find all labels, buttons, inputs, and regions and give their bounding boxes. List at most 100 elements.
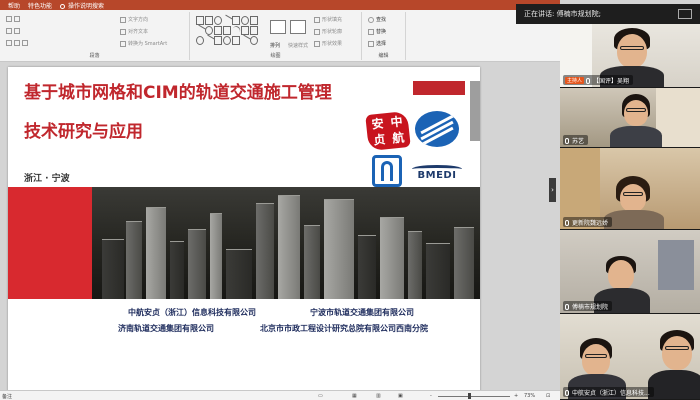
participant-name-3: 更新院魏远娇 — [572, 220, 609, 227]
metro-logo — [372, 155, 402, 187]
zoom-slider-track[interactable] — [438, 396, 510, 397]
company-1[interactable]: 中航安贞（浙江）信息科技有限公司 — [128, 307, 256, 318]
indent-button[interactable] — [6, 28, 22, 34]
quick-styles-label[interactable]: 快速样式 — [288, 42, 308, 49]
align-center-icon — [14, 40, 20, 46]
edit-group-label: 编辑 — [378, 53, 389, 59]
lightbulb-icon — [60, 3, 66, 9]
find-button[interactable]: 查找 — [368, 16, 386, 23]
video-tile-1[interactable]: 主持人 【国评】吴翔 — [560, 24, 700, 88]
mic-icon — [565, 137, 569, 144]
tell-me-label: 操作说明搜索 — [68, 2, 105, 10]
zoom-slider-thumb[interactable] — [468, 393, 471, 399]
rail-company-logo — [415, 111, 459, 147]
zoom-in-button[interactable]: + — [514, 393, 518, 399]
select-label: 选择 — [376, 41, 387, 47]
participant-name-5: 中航安贞（浙江）信息科技... — [572, 390, 650, 397]
shape-fill-button[interactable]: 形状填充 — [314, 16, 342, 23]
bullets-button[interactable] — [6, 16, 22, 22]
align-right-icon — [22, 40, 28, 46]
screen: 帮助 特色功能 操作说明搜索 文字方向 对齐文本 转换为 SmartArt 段落… — [0, 0, 700, 400]
slide-canvas[interactable]: 基于城市网格和CIM的轨道交通施工管理 技术研究与应用 安 中 贞 航 BMED… — [8, 67, 480, 393]
slideshow-icon[interactable]: ▣ — [398, 393, 403, 399]
video-tile-3[interactable]: 更新院魏远娇 — [560, 148, 700, 230]
align-text-button[interactable]: 对齐文本 — [120, 28, 148, 35]
video-tile-2[interactable]: 苏艺 — [560, 88, 700, 148]
convert-smartart-label: 转换为 SmartArt — [128, 41, 168, 47]
edit-group: 查找 替换 选择 编辑 — [362, 12, 406, 60]
city-model-image — [92, 187, 480, 299]
company-3[interactable]: 济南轨道交通集团有限公司 — [118, 323, 214, 334]
gray-accent-bar — [470, 81, 480, 141]
align-left-icon — [6, 40, 12, 46]
normal-view-icon[interactable]: ▭ — [318, 393, 323, 399]
shape-outline-button[interactable]: 形状轮廓 — [314, 28, 342, 35]
company-4[interactable]: 北京市市政工程设计研究总院有限公司西南分院 — [260, 323, 428, 334]
ribbon-tab-bar: 帮助 特色功能 操作说明搜索 — [0, 0, 560, 10]
bmedi-logo-text: BMEDI — [417, 170, 457, 181]
company-2[interactable]: 宁波市轨道交通集团有限公司 — [310, 307, 414, 318]
drawing-group: 排列 快速样式 形状填充 形状轮廓 形状效果 绘图 — [190, 12, 362, 60]
replace-label: 替换 — [376, 29, 387, 35]
arrange-icon[interactable] — [270, 20, 286, 34]
replace-button[interactable]: 替换 — [368, 28, 386, 35]
arrange-label[interactable]: 排列 — [270, 42, 280, 49]
paint-bucket-icon — [314, 16, 320, 23]
replace-icon — [368, 28, 374, 35]
notes-button[interactable]: 备注 — [2, 393, 12, 400]
shape-effects-button[interactable]: 形状效果 — [314, 40, 342, 47]
participant-label-4: 傅楠市规划院 — [563, 301, 613, 311]
speaking-text: 正在讲话: 傅楠市规划院; — [524, 10, 601, 18]
participant-label-2: 苏艺 — [563, 135, 589, 145]
red-side-block — [8, 187, 92, 299]
mic-icon — [565, 219, 569, 226]
video-tile-5[interactable]: 中航安贞（浙江）信息科技... — [560, 314, 700, 400]
video-tile-4[interactable]: 傅楠市规划院 — [560, 230, 700, 314]
slide-title-line1[interactable]: 基于城市网格和CIM的轨道交通施工管理 — [24, 83, 384, 103]
smartart-icon — [120, 40, 126, 47]
convert-smartart-button[interactable]: 转换为 SmartArt — [120, 40, 167, 47]
align-text-icon — [120, 28, 126, 35]
text-direction-label: 文字方向 — [128, 17, 149, 23]
reading-view-icon[interactable]: ▥ — [376, 393, 381, 399]
participant-label-3: 更新院魏远娇 — [563, 217, 613, 227]
shape-effects-label: 形状效果 — [322, 41, 343, 47]
fit-slide-icon[interactable]: ⊡ — [546, 393, 550, 399]
bullets-icon — [6, 16, 12, 22]
tab-features[interactable]: 特色功能 — [28, 1, 52, 10]
indent-icon — [6, 28, 12, 34]
panel-splitter[interactable]: › — [549, 178, 556, 202]
participant-label-1: 主持人 【国评】吴翔 — [563, 75, 634, 85]
align-buttons[interactable] — [6, 40, 30, 46]
window-layout-icon[interactable] — [678, 9, 692, 19]
participant-name-2: 苏艺 — [572, 138, 585, 145]
participant-name-4: 傅楠市规划院 — [572, 304, 609, 311]
participant-label-5: 中航安贞（浙江）信息科技... — [563, 387, 654, 397]
ribbon: 文字方向 对齐文本 转换为 SmartArt 段落 排列 快速样式 形状填充 形… — [0, 10, 560, 62]
shapes-gallery[interactable] — [194, 14, 258, 47]
find-label: 查找 — [376, 17, 387, 23]
zoom-out-button[interactable]: - — [430, 393, 432, 399]
slide-title-line2[interactable]: 技术研究与应用 — [24, 122, 384, 142]
speaking-banner: 正在讲话: 傅楠市规划院; — [516, 4, 700, 24]
zoom-level[interactable]: 73% — [524, 393, 535, 399]
pen-icon — [314, 28, 320, 35]
paragraph-group: 文字方向 对齐文本 转换为 SmartArt 段落 — [0, 12, 190, 60]
host-badge: 主持人 — [565, 77, 585, 84]
align-text-label: 对齐文本 — [128, 29, 149, 35]
tell-me-search[interactable]: 操作说明搜索 — [60, 1, 104, 10]
paragraph-group-label: 段落 — [89, 53, 100, 59]
text-direction-button[interactable]: 文字方向 — [120, 16, 148, 23]
effects-icon — [314, 40, 320, 47]
bmedi-logo: BMEDI — [412, 165, 462, 181]
quick-styles-icon[interactable] — [290, 20, 306, 34]
mic-icon — [565, 303, 569, 310]
search-icon — [368, 16, 374, 23]
slide-sorter-icon[interactable]: ▦ — [352, 393, 357, 399]
outdent-icon — [14, 28, 20, 34]
select-button[interactable]: 选择 — [368, 40, 386, 47]
slide-workspace: 基于城市网格和CIM的轨道交通施工管理 技术研究与应用 安 中 贞 航 BMED… — [0, 62, 560, 393]
shape-fill-label: 形状填充 — [322, 17, 343, 23]
location-text[interactable]: 浙江 · 宁波 — [24, 171, 70, 184]
tab-help[interactable]: 帮助 — [8, 1, 20, 10]
